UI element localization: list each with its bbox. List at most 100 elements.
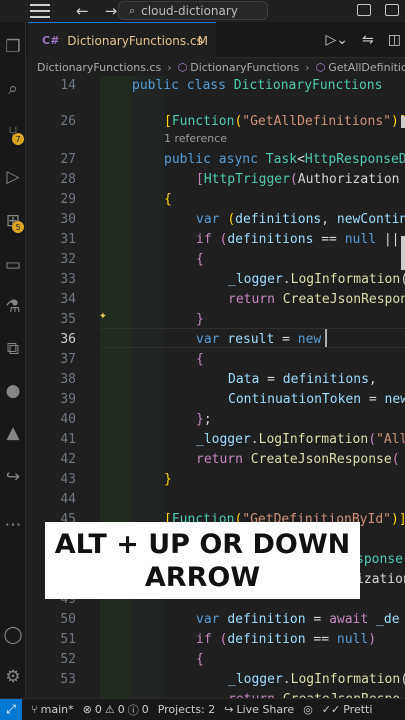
tab-dictionary-functions[interactable]: C# DictionaryFunctions.cs M <box>28 22 216 58</box>
code-line: Data = definitions, <box>228 372 377 387</box>
chevron-right-icon: › <box>305 60 310 74</box>
extensions-badge: 5 <box>12 221 24 233</box>
text-cursor <box>325 329 327 347</box>
testing-icon[interactable]: ⚗ <box>0 292 26 322</box>
search-icon: ⌕ <box>129 3 136 17</box>
scrollbar-marker <box>401 236 405 270</box>
toggle-sidebar-icon[interactable] <box>385 4 399 16</box>
live-share-icon[interactable]: ↪ <box>0 462 26 492</box>
account-icon[interactable]: ◯ <box>0 620 26 650</box>
source-control-icon[interactable]: ⑂ 7 <box>0 118 26 148</box>
caption-line-2: ARROW <box>144 562 261 593</box>
explorer-icon[interactable]: ❐ <box>0 32 26 62</box>
branch-icon: ⑂ <box>31 703 38 716</box>
breadcrumb-file[interactable]: DictionaryFunctions.cs <box>37 61 161 74</box>
branch-name: main* <box>40 703 74 716</box>
projects-indicator[interactable]: Projects: 2 <box>158 703 216 716</box>
line-number: 43 <box>60 472 76 487</box>
line-number: 33 <box>60 272 76 287</box>
line-number: 36 <box>60 332 76 347</box>
line-number: 42 <box>60 452 76 467</box>
line-number: 34 <box>60 292 76 307</box>
line-number: 27 <box>60 152 76 167</box>
search-icon[interactable]: ⌕ <box>0 74 26 104</box>
forward-icon[interactable]: → <box>105 2 118 20</box>
problems-indicator[interactable]: ⊗ 0 ⚠ 0 ⓘ 0 <box>83 702 149 718</box>
info-count: 0 <box>141 703 149 716</box>
method-icon: ⬡ <box>315 60 326 74</box>
line-number: 35 <box>60 312 76 327</box>
code-line: } <box>164 472 172 487</box>
code-line: { <box>164 192 172 207</box>
workspace-name: cloud-dictionary <box>141 3 238 18</box>
activity-bar: ❐ ⌕ ⑂ 7 ▷ ⊞ 5 ▭ ⚗ ⧉ ● ▲ ↪ ⋯ ◯ ⚙ <box>0 22 26 698</box>
warning-count: 0 <box>117 703 125 716</box>
split-editor-icon[interactable]: ◫ <box>388 32 401 48</box>
breadcrumb: DictionaryFunctions.cs › ⬡ DictionaryFun… <box>26 58 405 76</box>
remote-explorer-icon[interactable]: ▭ <box>0 250 26 280</box>
line-number: 41 <box>60 432 76 447</box>
code-line: var (definitions, newContinuationToken <box>196 212 405 227</box>
prettier-label: Pretti <box>343 703 373 716</box>
layout-controls <box>357 4 405 16</box>
indent-guide <box>100 76 132 698</box>
prettier-status[interactable]: ✓✓ Pretti <box>322 703 373 716</box>
live-share-icon: ↪ <box>224 703 234 716</box>
github-icon[interactable]: ● <box>0 376 26 406</box>
containers-icon[interactable]: ⧉ <box>0 334 26 364</box>
breadcrumb-class[interactable]: DictionaryFunctions <box>190 61 299 74</box>
copilot-sparkle-icon[interactable]: ✦ <box>99 308 107 323</box>
run-debug-icon[interactable]: ▷ <box>0 162 26 192</box>
live-share-label: Live Share <box>236 703 295 716</box>
info-icon: ⓘ <box>127 703 139 717</box>
more-icon[interactable]: ⋯ <box>0 510 26 540</box>
compare-changes-icon[interactable]: ⇋ <box>362 32 374 48</box>
code-line: ContinuationToken = new <box>228 392 405 407</box>
code-line: _logger.LogInformation("All <box>196 432 405 447</box>
code-line: return CreateJsonRespo <box>228 690 400 698</box>
copilot-status[interactable]: ◎ <box>303 703 313 716</box>
tutorial-caption: ALT + UP OR DOWN ARROW <box>45 522 360 599</box>
remote-indicator-icon[interactable]: ⤢ <box>0 699 22 720</box>
line-number: 53 <box>60 672 76 687</box>
breadcrumb-method[interactable]: GetAllDefinitions <box>328 61 405 74</box>
line-number: 28 <box>60 172 76 187</box>
code-line: sponse <box>356 552 403 567</box>
code-line: _logger.LogInformation( <box>228 672 405 687</box>
line-number: 32 <box>60 252 76 267</box>
toggle-panel-icon[interactable] <box>357 4 371 16</box>
code-editor[interactable]: 14 26 27 28 29 30 31 32 33 34 35 36 37 38 39 40 41 42 43 44… <box>26 76 405 698</box>
error-icon: ⊗ <box>82 703 92 716</box>
extensions-icon[interactable]: ⊞ 5 <box>0 206 26 236</box>
chevron-right-icon: › <box>167 60 172 74</box>
code-line: } <box>196 312 204 327</box>
indent-guide <box>132 76 164 698</box>
code-line: if (definitions == null || <box>196 232 405 247</box>
code-line-active: var result = new <box>196 332 322 347</box>
back-icon[interactable]: ← <box>76 2 89 20</box>
line-number: 44 <box>60 492 76 507</box>
azure-icon[interactable]: ▲ <box>0 418 26 448</box>
run-icon[interactable]: ▷⌄ <box>326 32 349 48</box>
line-number: 40 <box>60 412 76 427</box>
line-number: 38 <box>60 372 76 387</box>
csharp-file-icon: C# <box>42 34 60 47</box>
codelens-references[interactable]: 1 reference <box>164 132 227 145</box>
editor-tabs: C# DictionaryFunctions.cs M ▷⌄ ⇋ ◫ <box>26 22 405 58</box>
line-number: 39 <box>60 392 76 407</box>
live-share-button[interactable]: ↪ Live Share <box>224 703 294 716</box>
line-number: 52 <box>60 652 76 667</box>
title-bar: ← → ⌕ cloud-dictionary <box>0 0 405 22</box>
branch-indicator[interactable]: ⑂ main* <box>31 703 74 716</box>
command-center-search[interactable]: ⌕ cloud-dictionary <box>118 1 268 20</box>
hamburger-menu-icon[interactable] <box>30 4 50 18</box>
line-number: 37 <box>60 352 76 367</box>
code-line: ization <box>356 572 405 587</box>
tab-label: DictionaryFunctions.cs <box>67 33 203 48</box>
status-bar: ⤢ ⑂ main* ⊗ 0 ⚠ 0 ⓘ 0 Projects: 2 ↪ Live… <box>0 698 405 720</box>
copilot-icon: ◎ <box>303 703 313 716</box>
code-line: [HttpTrigger(Authorization <box>196 172 400 187</box>
projects-label: Projects: 2 <box>157 703 216 716</box>
warning-icon: ⚠ <box>104 703 115 716</box>
settings-gear-icon[interactable]: ⚙ <box>0 662 26 692</box>
